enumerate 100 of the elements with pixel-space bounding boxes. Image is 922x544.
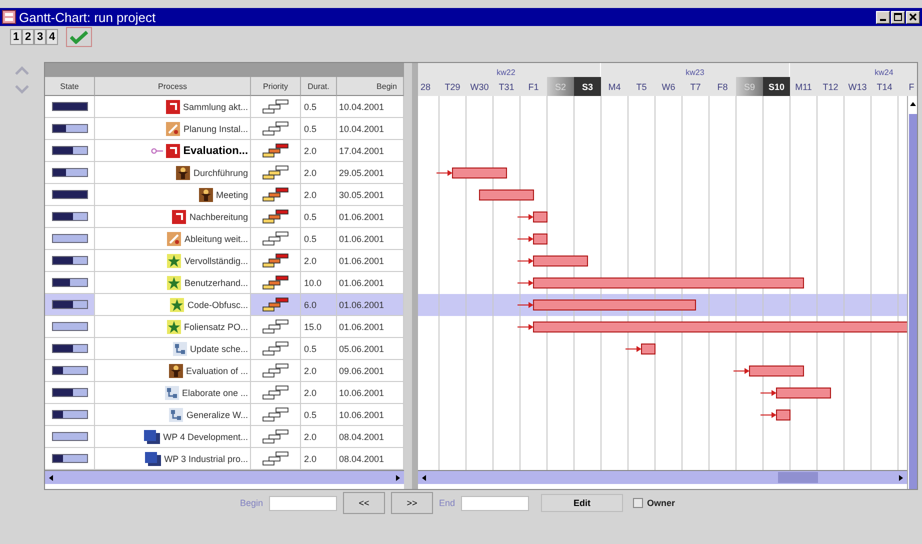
scroll-left-icon[interactable] xyxy=(420,474,428,482)
scroll-right-icon[interactable] xyxy=(897,474,906,482)
table-row[interactable]: Vervollständig... 2.0 01.06.2001 xyxy=(45,250,404,272)
table-row[interactable]: Evaluation... 2.0 17.04.2001 xyxy=(45,140,404,162)
process-name: Foliensatz PO... xyxy=(184,322,248,332)
table-row[interactable]: Planung Instal... 0.5 10.04.2001 xyxy=(45,118,404,140)
table-row[interactable]: Durchführung 2.0 29.05.2001 xyxy=(45,162,404,184)
owner-checkbox[interactable] xyxy=(633,498,644,508)
day-label: S2 xyxy=(547,77,574,96)
task-bar[interactable] xyxy=(533,278,804,288)
task-bar[interactable] xyxy=(533,212,548,222)
table-row[interactable]: Ableitung weit... 0.5 01.06.2001 xyxy=(45,228,404,250)
scroll-thumb[interactable] xyxy=(908,114,916,489)
scroll-right-icon[interactable] xyxy=(394,474,402,482)
state-bar xyxy=(52,432,88,441)
task-bar[interactable] xyxy=(533,322,908,332)
view-button[interactable]: 2 xyxy=(22,29,34,45)
maximize-button[interactable] xyxy=(891,10,905,24)
task-bar[interactable] xyxy=(533,300,696,310)
table-row[interactable]: Update sche... 0.5 05.06.2001 xyxy=(45,338,404,360)
view-button[interactable]: 3 xyxy=(34,29,46,45)
document-icon xyxy=(166,100,180,114)
expand-icon[interactable] xyxy=(15,84,29,94)
scroll-up-icon[interactable] xyxy=(908,100,916,108)
begin-date: 10.04.2001 xyxy=(339,102,384,112)
task-bar[interactable] xyxy=(533,234,548,244)
begin-date: 10.04.2001 xyxy=(339,124,384,134)
vertical-scrollbar[interactable] xyxy=(907,96,917,489)
table-row[interactable]: Nachbereitung 0.5 01.06.2001 xyxy=(45,206,404,228)
process-name: Ableitung weit... xyxy=(184,234,248,244)
task-bar[interactable] xyxy=(776,410,790,420)
begin-date: 01.06.2001 xyxy=(339,322,384,332)
previous-button[interactable]: << xyxy=(343,492,386,514)
vertical-scrollbar[interactable] xyxy=(404,63,412,489)
end-field[interactable] xyxy=(461,496,530,510)
duration-value: 0.5 xyxy=(304,234,317,244)
process-name: Update sche... xyxy=(190,344,248,354)
task-bar[interactable] xyxy=(533,256,588,266)
day-label: 28 xyxy=(419,80,432,94)
tools-icon xyxy=(166,122,180,136)
begin-field[interactable] xyxy=(269,496,338,510)
network-icon xyxy=(164,386,179,400)
view-button[interactable]: 4 xyxy=(46,29,58,45)
day-label: W13 xyxy=(847,80,868,94)
task-bar[interactable] xyxy=(479,190,534,200)
star-icon xyxy=(167,276,182,290)
star-icon xyxy=(170,298,184,312)
process-name: Generalize W... xyxy=(186,410,248,420)
task-bar[interactable] xyxy=(749,366,804,376)
process-name: Meeting xyxy=(216,190,248,200)
edit-button[interactable]: Edit xyxy=(541,494,624,512)
table-row[interactable]: WP 3 Industrial pro... 2.0 08.04.2001 xyxy=(45,448,404,470)
document-icon xyxy=(166,144,180,158)
day-label: M11 xyxy=(794,80,813,94)
scroll-left-icon[interactable] xyxy=(47,474,55,482)
table-row[interactable]: Meeting 2.0 30.05.2001 xyxy=(45,184,404,206)
table-row[interactable]: Evaluation of ... 2.0 09.06.2001 xyxy=(45,360,404,382)
begin-date: 08.04.2001 xyxy=(339,454,384,464)
process-name: Evaluation of ... xyxy=(186,366,248,376)
week-label: kw22 xyxy=(496,68,516,77)
table-row[interactable]: WP 4 Development... 2.0 08.04.2001 xyxy=(45,426,404,448)
minimize-button[interactable] xyxy=(876,10,890,24)
duration-value: 2.0 xyxy=(304,366,317,376)
duration-value: 0.5 xyxy=(304,410,317,420)
horizontal-scrollbar[interactable] xyxy=(45,470,404,484)
task-bar[interactable] xyxy=(641,344,656,354)
collapse-icon[interactable] xyxy=(15,66,29,76)
scroll-thumb[interactable] xyxy=(778,472,818,483)
begin-date: 05.06.2001 xyxy=(339,344,384,354)
view-button[interactable]: 1 xyxy=(10,29,22,45)
apply-button[interactable] xyxy=(66,27,92,47)
table-row[interactable]: Code-Obfusc... 6.0 01.06.2001 xyxy=(45,294,404,316)
day-label: S9 xyxy=(736,77,763,96)
duration-value: 2.0 xyxy=(304,432,317,442)
splitter-handle[interactable] xyxy=(412,63,418,489)
state-bar xyxy=(52,234,88,243)
network-icon xyxy=(172,342,187,356)
begin-date: 01.06.2001 xyxy=(339,234,384,244)
next-button[interactable]: >> xyxy=(391,492,434,514)
task-bar[interactable] xyxy=(776,388,831,398)
figure-icon xyxy=(198,188,213,202)
process-name: WP 4 Development... xyxy=(163,432,248,442)
table-row[interactable]: Sammlung akt... 0.5 10.04.2001 xyxy=(45,96,404,118)
process-name: Nachbereitung xyxy=(189,212,248,222)
close-button[interactable] xyxy=(906,10,920,24)
table-row[interactable]: Generalize W... 0.5 10.06.2001 xyxy=(45,404,404,426)
day-label: W30 xyxy=(469,80,490,94)
begin-date: 01.06.2001 xyxy=(339,256,384,266)
duration-value: 10.0 xyxy=(304,278,322,288)
horizontal-scrollbar[interactable] xyxy=(418,470,908,484)
star-icon xyxy=(167,254,182,268)
process-name: Vervollständig... xyxy=(184,256,248,266)
table-row[interactable]: Foliensatz PO... 15.0 01.06.2001 xyxy=(45,316,404,338)
table-row[interactable]: Benutzerhand... 10.0 01.06.2001 xyxy=(45,272,404,294)
duration-value: 2.0 xyxy=(304,190,317,200)
task-bar[interactable] xyxy=(452,168,507,178)
week-label: kw24 xyxy=(874,68,894,77)
day-label: F8 xyxy=(716,80,729,94)
table-row[interactable]: Elaborate one ... 2.0 10.06.2001 xyxy=(45,382,404,404)
duration-value: 0.5 xyxy=(304,124,317,134)
